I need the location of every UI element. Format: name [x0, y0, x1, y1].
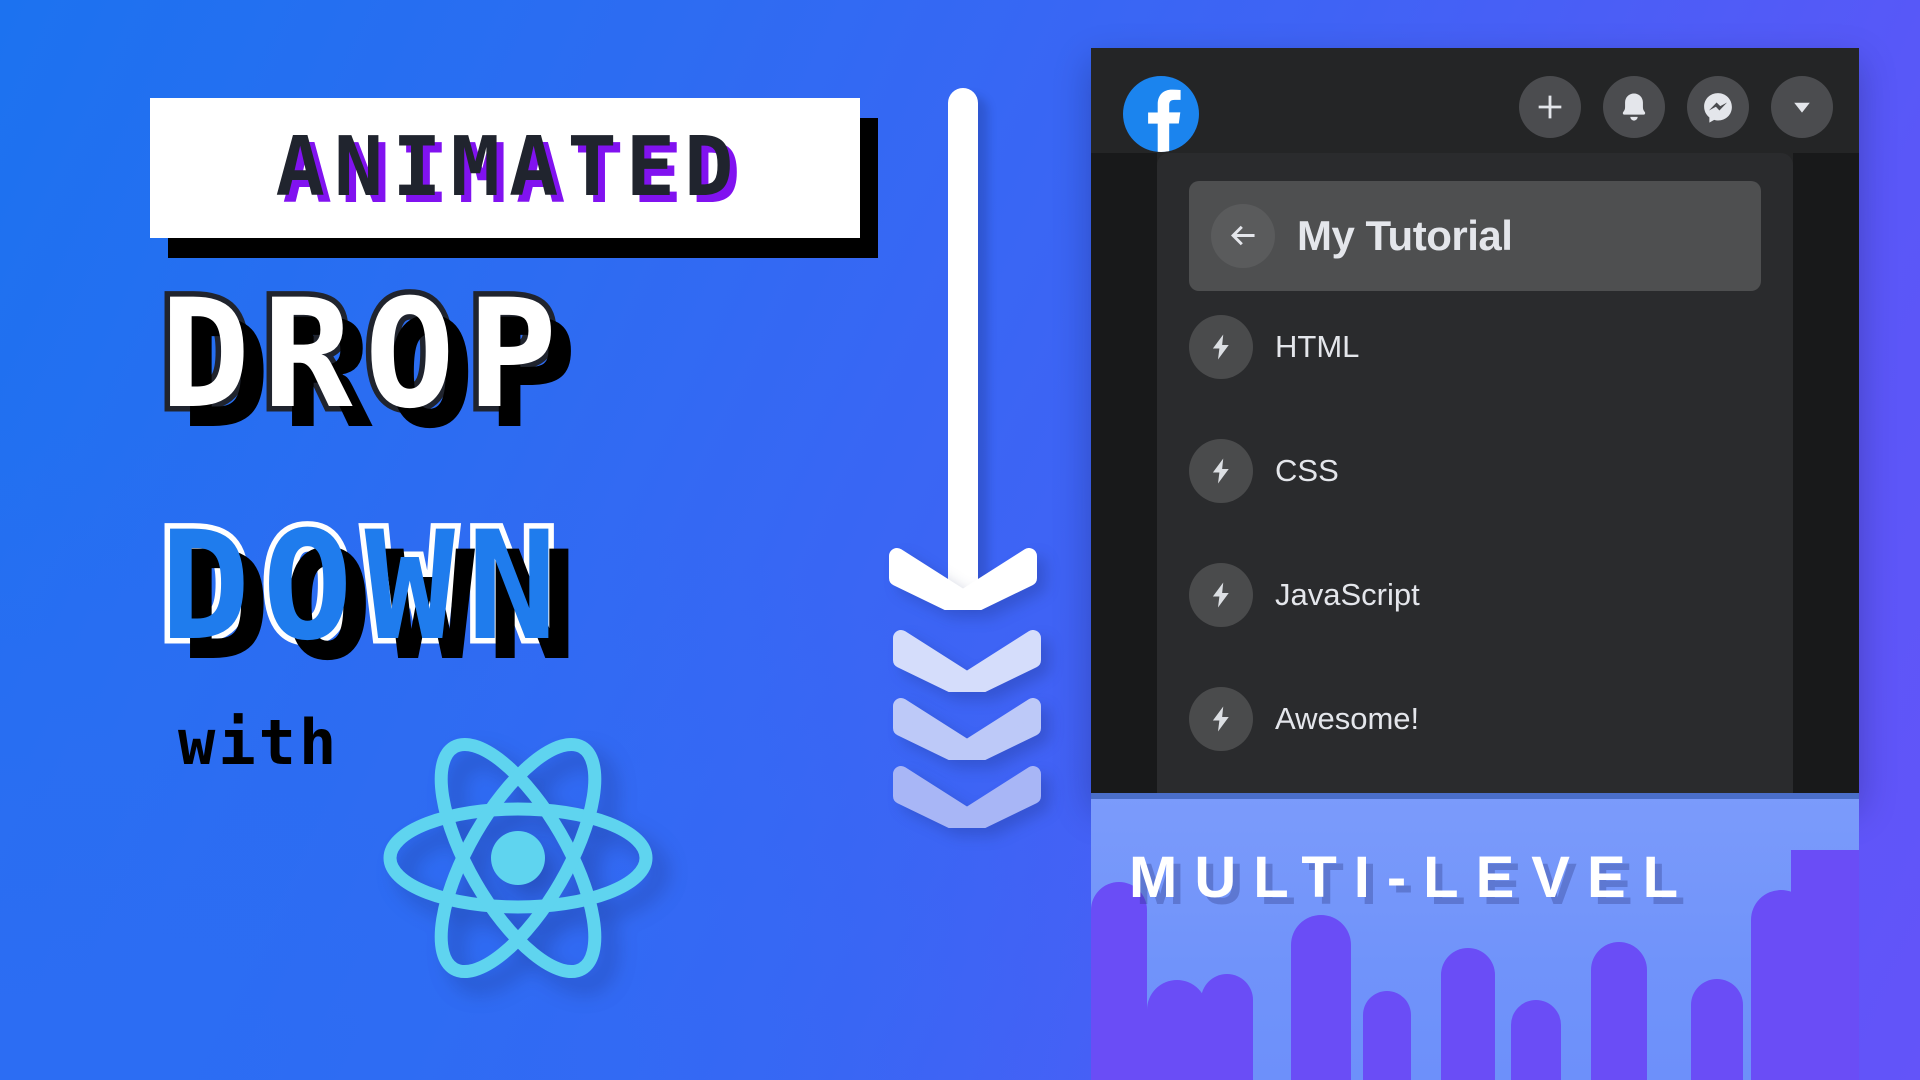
chevron-down-icon-1 — [892, 630, 1042, 692]
facebook-topbar — [1091, 48, 1859, 153]
bolt-icon — [1189, 563, 1253, 627]
facebook-window: My Tutorial HTML CSS JavaScript Awesome! — [1091, 48, 1859, 796]
title-down: DOWN — [154, 500, 570, 674]
drip-banner: MULTI-LEVEL — [1091, 796, 1859, 1080]
dropdown-right-gutter — [1793, 153, 1859, 796]
poster-canvas: ANIMATED DROP DOWN with My Tutorial HTML… — [0, 0, 1920, 1080]
facebook-logo[interactable] — [1123, 76, 1199, 152]
dropdown-item-awesome[interactable]: Awesome! — [1189, 683, 1761, 755]
dropdown-item-label: Awesome! — [1275, 701, 1420, 736]
dropdown-header-title: My Tutorial — [1297, 212, 1513, 259]
bolt-icon — [1189, 439, 1253, 503]
dropdown-header[interactable]: My Tutorial — [1189, 181, 1761, 291]
arrow-shaft — [948, 88, 978, 598]
dropdown-item-css[interactable]: CSS — [1189, 435, 1761, 507]
dropdown-item-label: JavaScript — [1275, 577, 1420, 612]
plus-icon[interactable] — [1519, 76, 1581, 138]
chevron-down-icon[interactable] — [1771, 76, 1833, 138]
dropdown-item-javascript[interactable]: JavaScript — [1189, 559, 1761, 631]
dropdown-left-gutter — [1091, 153, 1157, 796]
react-logo — [372, 718, 664, 998]
title-with: with — [178, 706, 340, 779]
messenger-icon[interactable] — [1687, 76, 1749, 138]
dropdown-item-label: CSS — [1275, 453, 1339, 488]
dropdown-item-html[interactable]: HTML — [1189, 311, 1761, 383]
panel-divider — [1091, 793, 1859, 799]
dropdown-menu: My Tutorial HTML CSS JavaScript Awesome! — [1157, 153, 1793, 796]
drip-caption: MULTI-LEVEL — [1129, 845, 1696, 910]
chevron-down-icon-2 — [892, 698, 1042, 760]
bell-icon[interactable] — [1603, 76, 1665, 138]
arrow-head — [888, 548, 1038, 610]
title-animated: ANIMATED — [275, 120, 743, 215]
arrow-left-icon[interactable] — [1211, 204, 1275, 268]
chevron-down-icon-3 — [892, 766, 1042, 828]
facebook-action-buttons — [1519, 76, 1833, 138]
dropdown-item-label: HTML — [1275, 329, 1360, 364]
downward-arrow — [880, 78, 1050, 868]
bolt-icon — [1189, 687, 1253, 751]
title-drop: DROP — [154, 268, 570, 442]
animated-banner: ANIMATED — [150, 98, 860, 238]
bolt-icon — [1189, 315, 1253, 379]
